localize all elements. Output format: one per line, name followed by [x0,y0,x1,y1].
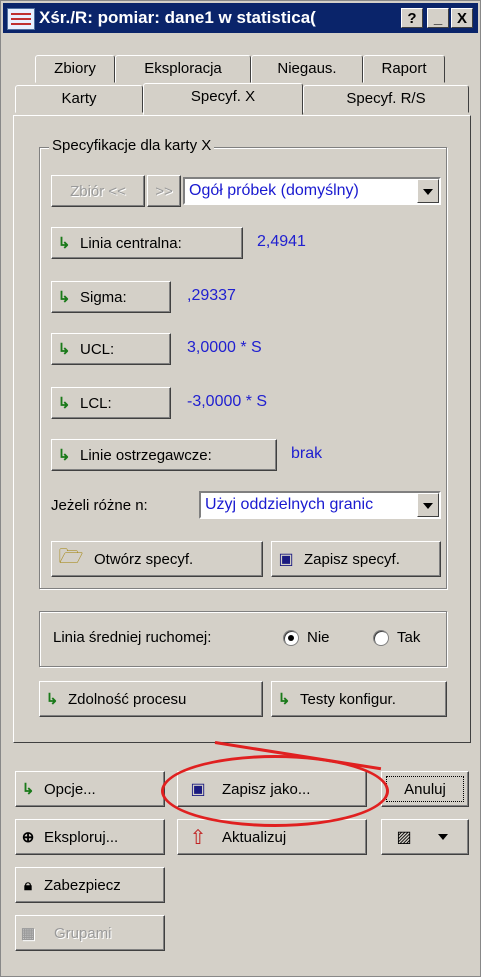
center-line-value: 2,4941 [257,233,306,250]
floppy-icon: ▣ [190,781,206,798]
help-button[interactable]: ? [401,8,423,28]
annotation-stroke [214,741,382,771]
sample-select[interactable]: Ogół próbek (domyślny) [183,177,441,205]
protect-label: Zabezpiecz [44,876,121,894]
save-spec-label: Zapisz specyf. [304,550,400,568]
moving-avg-yes-radio[interactable] [373,630,389,646]
minimize-button[interactable]: _ [427,8,449,28]
grid-icon: ▦ [20,925,36,942]
save-as-button[interactable]: ▣ Zapisz jako... [177,771,367,807]
tab-raport[interactable]: Raport [363,55,445,83]
sigma-value: ,29337 [187,287,236,304]
ucl-label: UCL: [80,340,115,358]
graph-options-dropdown[interactable]: ▨ [381,819,469,855]
warning-lines-value: brak [291,445,323,462]
options-label: Opcje... [44,780,96,798]
open-spec-button[interactable]: 🗁 Otwórz specyf. [51,541,263,577]
groups-label: Grupami [54,924,112,942]
capability-button[interactable]: ↳ Zdolność procesu [39,681,263,717]
tab-zbiory[interactable]: Zbiory [35,55,115,83]
options-button[interactable]: ↳ Opcje... [15,771,165,807]
sigma-label: Sigma: [80,288,127,306]
arrow-icon: ↳ [57,341,71,358]
arrow-icon: ↳ [21,781,35,798]
sample-select-value: Ogół próbek (domyślny) [189,182,359,199]
tests-button[interactable]: ↳ Testy konfigur. [271,681,447,717]
moving-avg-yes-label: Tak [397,629,421,646]
up-arrow-icon: ⇧ [189,826,207,849]
zbior-next-button[interactable]: >> [147,175,181,207]
tab-specyf-x[interactable]: Specyf. X [143,83,303,115]
arrow-icon: ↳ [45,691,59,708]
save-spec-button[interactable]: ▣ Zapisz specyf. [271,541,441,577]
folder-open-icon: 🗁 [58,546,84,568]
diff-n-label: Jeżeli różne n: [51,497,148,514]
diff-n-select-value: Użyj oddzielnych granic [205,496,374,513]
window-title: Xśr./R: pomiar: dane1 w statistica( [39,8,316,27]
floppy-icon: ▣ [278,551,294,568]
tests-label: Testy konfigur. [300,690,396,708]
groups-button[interactable]: ▦ Grupami [15,915,165,951]
chevron-down-icon[interactable] [417,493,439,517]
arrow-icon: ↳ [57,235,71,252]
moving-avg-no-radio[interactable] [283,630,299,646]
lock-icon: 🔒︎ [24,876,32,894]
arrow-icon: ↳ [57,447,71,464]
moving-avg-label: Linia średniej ruchomej: [53,629,212,646]
open-spec-label: Otwórz specyf. [94,550,194,568]
update-button[interactable]: ⇧ Aktualizuj [177,819,367,855]
lcl-label: LCL: [80,394,112,412]
close-button[interactable]: X [451,8,473,28]
arrow-icon: ↳ [57,289,71,306]
warning-lines-label: Linie ostrzegawcze: [80,446,212,464]
sigma-button[interactable]: ↳ Sigma: [51,281,171,313]
dialog-window: Xśr./R: pomiar: dane1 w statistica( ? _ … [0,0,481,977]
spec-group-legend: Specyfikacje dla karty X [49,137,215,154]
tab-niegaus[interactable]: Niegaus. [251,55,363,83]
arrow-icon: ↳ [277,691,291,708]
explore-label: Eksploruj... [44,828,119,846]
chevron-down-icon [438,834,448,840]
center-line-button[interactable]: ↳ Linia centralna: [51,227,243,259]
lcl-value: -3,0000 * S [187,393,268,410]
save-as-label: Zapisz jako... [222,780,311,798]
title-bar[interactable]: Xśr./R: pomiar: dane1 w statistica( ? _ … [3,3,478,33]
warning-lines-button[interactable]: ↳ Linie ostrzegawcze: [51,439,277,471]
diff-n-select[interactable]: Użyj oddzielnych granic [199,491,441,519]
capability-label: Zdolność procesu [68,690,187,708]
moving-avg-no-label: Nie [307,629,330,646]
tab-karty[interactable]: Karty [15,85,143,113]
chevron-down-icon[interactable] [417,179,439,203]
ucl-button[interactable]: ↳ UCL: [51,333,171,365]
arrow-icon: ↳ [57,395,71,412]
cancel-button[interactable]: Anuluj [381,771,469,807]
zbior-prev-button[interactable]: Zbiór << [51,175,145,207]
chart-app-icon [7,8,35,30]
ucl-value: 3,0000 * S [187,339,262,356]
spec-group [39,147,447,589]
protect-button[interactable]: 🔒︎ Zabezpiecz [15,867,165,903]
explore-button[interactable]: ⊕ Eksploruj... [15,819,165,855]
tab-eksploracja[interactable]: Eksploracja [115,55,251,83]
update-label: Aktualizuj [222,828,287,846]
center-line-label: Linia centralna: [80,234,182,252]
magnifier-icon: ⊕ [21,829,35,846]
tab-specyf-rs[interactable]: Specyf. R/S [303,85,469,113]
brush-icon: ▨ [396,829,412,846]
lcl-button[interactable]: ↳ LCL: [51,387,171,419]
